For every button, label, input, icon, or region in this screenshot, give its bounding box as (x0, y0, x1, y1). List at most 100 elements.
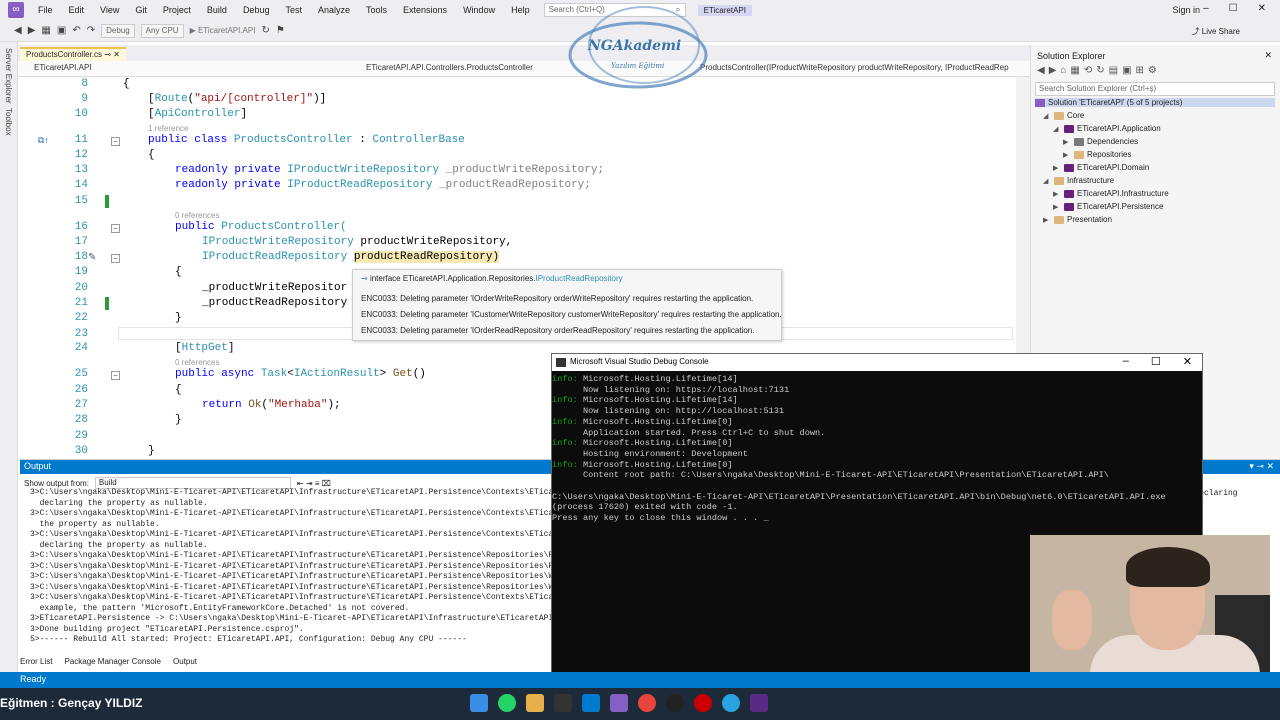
close-icon[interactable]: ✕ (1258, 3, 1266, 14)
tab-output[interactable]: Output (173, 657, 197, 666)
tooltip-diagnostic: ENC0033: Deleting parameter 'IOrderReadR… (361, 326, 755, 335)
code-lens-references[interactable]: 0 references (175, 211, 219, 220)
expand-arrow-icon[interactable]: ▶ (1063, 151, 1071, 159)
bookmark-icon[interactable]: ⚑ (276, 25, 285, 36)
expand-arrow-icon[interactable]: ▶ (1053, 203, 1061, 211)
vscode-icon[interactable] (582, 694, 600, 712)
menu-test[interactable]: Test (277, 5, 310, 15)
postman-icon[interactable] (722, 694, 740, 712)
config-dropdown[interactable]: Debug (101, 23, 135, 38)
whatsapp-icon[interactable] (498, 694, 516, 712)
tree-project-infrastructure[interactable]: ▶ ETicaretAPI.Infrastructure (1053, 189, 1169, 198)
tab-products-controller[interactable]: ProductsController.cs ⊸ ✕ (20, 47, 126, 61)
fold-toggle[interactable]: − (111, 224, 120, 233)
menu-file[interactable]: File (30, 5, 61, 15)
panel-close-icon[interactable]: ✕ (1264, 50, 1272, 61)
start-icon[interactable] (470, 694, 488, 712)
menu-tools[interactable]: Tools (358, 5, 395, 15)
menu-view[interactable]: View (92, 5, 127, 15)
tree-folder-presentation[interactable]: ▶ Presentation (1043, 215, 1112, 224)
server-explorer-tab[interactable]: Server Explorer (4, 48, 13, 104)
live-share-button[interactable]: ⤴ Live Share (1192, 26, 1240, 37)
class-dropdown[interactable]: ETicaretAPI.API.Controllers.ProductsCont… (366, 63, 533, 72)
collapse-arrow-icon[interactable]: ◢ (1043, 112, 1051, 120)
terminal-icon[interactable] (554, 694, 572, 712)
refresh-icon[interactable]: ↻ (261, 25, 269, 36)
menu-git[interactable]: Git (127, 5, 155, 15)
window-controls: – ☐ ✕ (1203, 3, 1266, 14)
console-line-text: Microsoft.Hosting.Lifetime[14] (577, 395, 738, 406)
fold-toggle[interactable]: − (111, 137, 120, 146)
quick-info-tooltip: ⊸ interface ETicaretAPI.Application.Repo… (352, 269, 782, 341)
obs-icon[interactable] (666, 694, 684, 712)
console-title: Microsoft Visual Studio Debug Console (570, 357, 709, 366)
forward-icon[interactable]: ▶ (28, 25, 36, 36)
expand-arrow-icon[interactable]: ▶ (1053, 190, 1061, 198)
tree-folder-infrastructure[interactable]: ◢ Infrastructure (1043, 176, 1114, 185)
expand-arrow-icon[interactable]: ▶ (1053, 164, 1061, 172)
tooltip-namespace: interface ETicaretAPI.Application.Reposi… (369, 274, 536, 283)
fold-toggle[interactable]: − (111, 254, 120, 263)
code-line: 11 public class ProductsController : Cont… (74, 134, 465, 146)
menu-extensions[interactable]: Extensions (395, 5, 455, 15)
run-target-button[interactable]: ▶ ETicaretAPI.API (190, 26, 256, 35)
collapse-arrow-icon[interactable]: ◢ (1043, 177, 1051, 185)
sign-in-link[interactable]: Sign in (1172, 5, 1200, 15)
fold-toggle[interactable]: − (111, 371, 120, 380)
tab-package-manager-console[interactable]: Package Manager Console (64, 657, 161, 666)
tree-solution[interactable]: Solution 'ETicaretAPI' (5 of 5 projects) (1035, 98, 1275, 107)
back-icon[interactable]: ◀ (14, 25, 22, 36)
minimize-icon[interactable]: – (1203, 3, 1209, 14)
console-info-tag: info: (552, 459, 578, 470)
save-icon[interactable]: ▣ (57, 25, 66, 36)
solution-search-input[interactable]: Search Solution Explorer (Ctrl+ş) (1035, 82, 1275, 96)
platform-dropdown[interactable]: Any CPU (140, 23, 184, 38)
maximize-icon[interactable]: ☐ (1151, 355, 1161, 368)
panel-controls-icon[interactable]: ▾ ⊸ ✕ (1249, 461, 1274, 472)
pin-icon[interactable]: ⊸ (104, 50, 111, 59)
menu-project[interactable]: Project (155, 5, 199, 15)
maximize-icon[interactable]: ☐ (1229, 3, 1238, 14)
menu-edit[interactable]: Edit (61, 5, 93, 15)
implementation-icon[interactable]: ⧉↑ (38, 135, 49, 146)
tree-folder-repositories[interactable]: ▶ Repositories (1063, 150, 1131, 159)
tree-dependencies[interactable]: ▶ Dependencies (1063, 137, 1138, 146)
menu-debug[interactable]: Debug (235, 5, 278, 15)
expand-arrow-icon[interactable]: ▶ (1043, 216, 1051, 224)
status-bar: Ready (0, 672, 1280, 688)
project-dropdown[interactable]: ETicaretAPI.API (34, 63, 92, 72)
tab-error-list[interactable]: Error List (20, 657, 52, 666)
undo-icon[interactable]: ↶ (72, 25, 80, 36)
tree-project-application[interactable]: ◢ ETicaretAPI.Application (1053, 124, 1161, 133)
file-explorer-icon[interactable] (526, 694, 544, 712)
redo-icon[interactable]: ↷ (87, 25, 95, 36)
output-tool-icons[interactable]: ⇤ ⇥ ≡ ⌧ (297, 479, 331, 488)
member-dropdown[interactable]: ProductsController(IProductWriteReposito… (700, 63, 1009, 72)
app-icon[interactable] (750, 694, 768, 712)
tree-project-persistence[interactable]: ▶ ETicaretAPI.Persistence (1053, 202, 1163, 211)
close-icon[interactable]: ✕ (1183, 355, 1192, 368)
output-line: declaring the property as nullable. (30, 498, 208, 508)
visual-studio-icon[interactable] (610, 694, 628, 712)
menu-build[interactable]: Build (199, 5, 235, 15)
menu-window[interactable]: Window (455, 5, 503, 15)
console-line-text: Hosting environment: Development (552, 448, 748, 459)
expand-arrow-icon[interactable]: ▶ (1063, 138, 1071, 146)
tree-project-domain[interactable]: ▶ ETicaretAPI.Domain (1053, 163, 1149, 172)
tooltip-diagnostic: ENC0033: Deleting parameter 'ICustomerWr… (361, 310, 782, 319)
collapse-arrow-icon[interactable]: ◢ (1053, 125, 1061, 133)
chrome-icon[interactable] (638, 694, 656, 712)
code-lens-references[interactable]: 0 references (175, 358, 219, 367)
output-line: 3>C:\Users\ngaka\Desktop\Mini-E-Ticaret-… (30, 530, 559, 539)
minimize-icon[interactable]: – (1123, 355, 1129, 368)
code-lens-references[interactable]: 1 reference (148, 124, 188, 133)
tab-close-icon[interactable]: ✕ (113, 50, 120, 59)
menu-analyze[interactable]: Analyze (310, 5, 358, 15)
menu-help[interactable]: Help (503, 5, 538, 15)
toolbox-tab[interactable]: Toolbox (4, 108, 13, 136)
tree-folder-core[interactable]: ◢ Core (1043, 111, 1084, 120)
record-icon[interactable] (694, 694, 712, 712)
quick-action-icon[interactable]: ✎ (88, 252, 96, 263)
tree-label: ETicaretAPI.Infrastructure (1077, 189, 1169, 198)
new-file-icon[interactable]: ▦ (41, 25, 50, 36)
